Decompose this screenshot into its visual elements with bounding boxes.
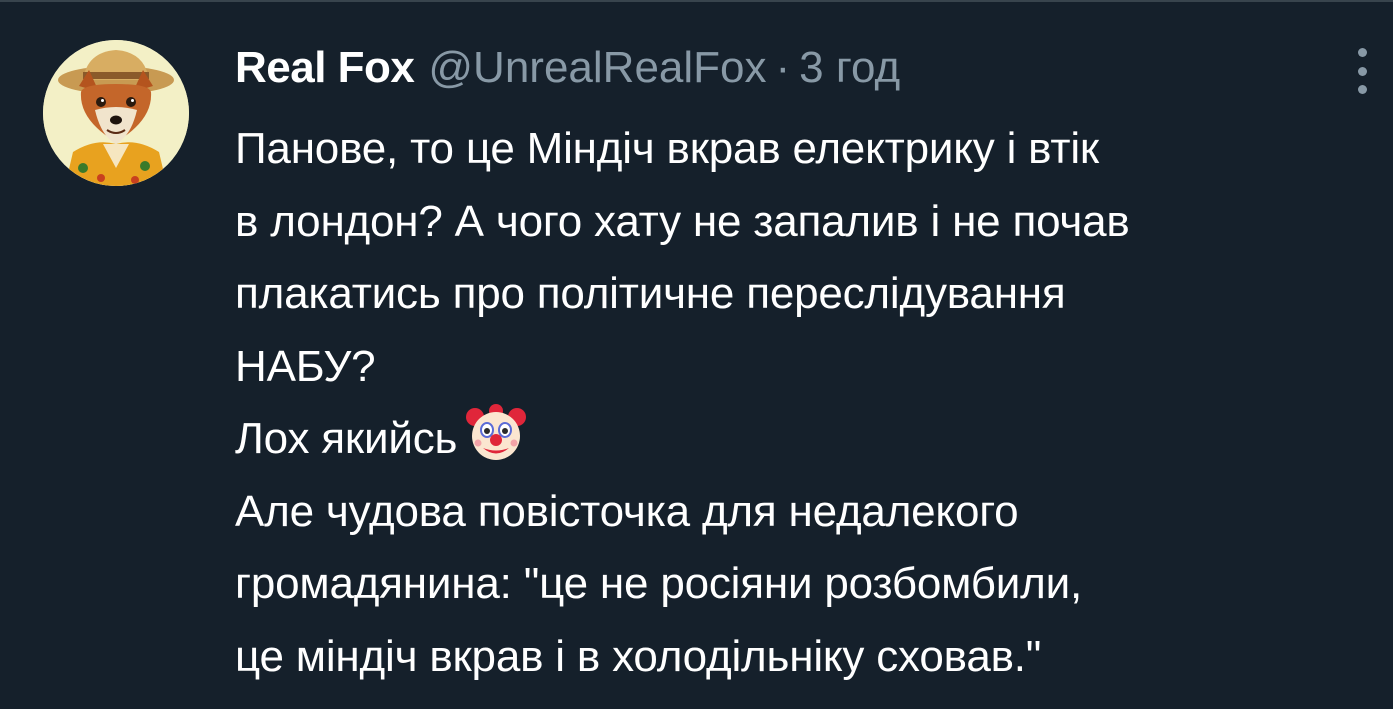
tweet-text-line: в лондон? А чого хату не запалив і не по…: [235, 186, 1385, 259]
tweet-text-line: Але чудова повісточка для недалекого: [235, 476, 1385, 549]
tweet-text-span: громадянина: "це не росіяни розбомбили,: [235, 559, 1082, 608]
clown-face-icon: [465, 403, 527, 465]
tweet-text-line: Панове, то це Міндіч вкрав електрику і в…: [235, 113, 1385, 186]
more-dot: [1357, 85, 1367, 94]
tweet-text-span: Лох якийсь: [235, 414, 458, 463]
more-dot: [1357, 66, 1367, 76]
tweet[interactable]: Real Fox @UnrealRealFox · 3 год Панове, …: [0, 0, 1393, 709]
author-name[interactable]: Real Fox: [235, 38, 415, 98]
tweet-text-line: Лох якийсь: [235, 403, 1385, 476]
more-vertical-icon[interactable]: [1352, 48, 1372, 94]
tweet-text-span: плакатись про політичне переслідування: [235, 269, 1066, 318]
fox-avatar-icon: [43, 40, 189, 186]
tweet-text-line: НАБУ?: [235, 331, 1385, 404]
timestamp[interactable]: 3 год: [799, 38, 900, 98]
tweet-text-span: в лондон? А чого хату не запалив і не по…: [235, 196, 1130, 246]
separator-dot: ·: [775, 43, 791, 92]
tweet-text-line: це міндіч вкрав і в холодільніку сховав.…: [235, 621, 1385, 694]
tweet-text-span: це міндіч вкрав і в холодільніку сховав.…: [235, 631, 1042, 681]
tweet-text-span: Але чудова повісточка для недалекого: [235, 486, 1019, 536]
more-dot: [1357, 48, 1367, 57]
tweet-text-span: НАБУ?: [235, 341, 376, 391]
tweet-text: Панове, то це Міндіч вкрав електрику і в…: [235, 113, 1385, 693]
tweet-text-line: громадянина: "це не росіяни розбомбили,: [235, 548, 1385, 621]
tweet-header: Real Fox @UnrealRealFox · 3 год: [235, 38, 900, 98]
tweet-text-line: плакатись про політичне переслідування: [235, 258, 1385, 331]
tweet-text-span: Панове, то це Міндіч вкрав електрику і в…: [235, 124, 1099, 173]
avatar[interactable]: [43, 40, 189, 186]
author-handle[interactable]: @UnrealRealFox: [428, 38, 766, 98]
